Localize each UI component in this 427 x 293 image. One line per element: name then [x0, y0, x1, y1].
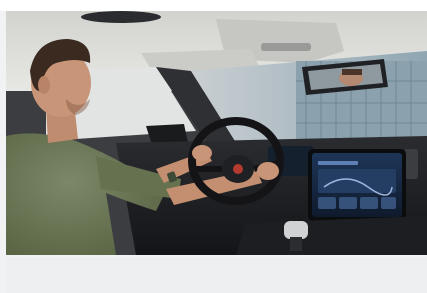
sunroof-opening [81, 11, 161, 23]
driver-ear [38, 76, 50, 94]
photo-illustration [6, 11, 427, 255]
driver-right-hand [257, 162, 279, 180]
air-vent-right [404, 149, 418, 179]
top-margin [0, 0, 427, 11]
gear-selector [284, 221, 308, 239]
steering-wheel-logo [233, 164, 243, 174]
driver-left-hand [192, 145, 212, 161]
bottom-bar [6, 257, 427, 293]
overhead-button-panel [261, 43, 311, 51]
gear-selector-base [290, 237, 302, 251]
infotainment-screen [308, 149, 406, 221]
mirror-reflection-hair [342, 69, 362, 75]
page-background [0, 0, 427, 293]
car-interior-photo [6, 11, 427, 255]
